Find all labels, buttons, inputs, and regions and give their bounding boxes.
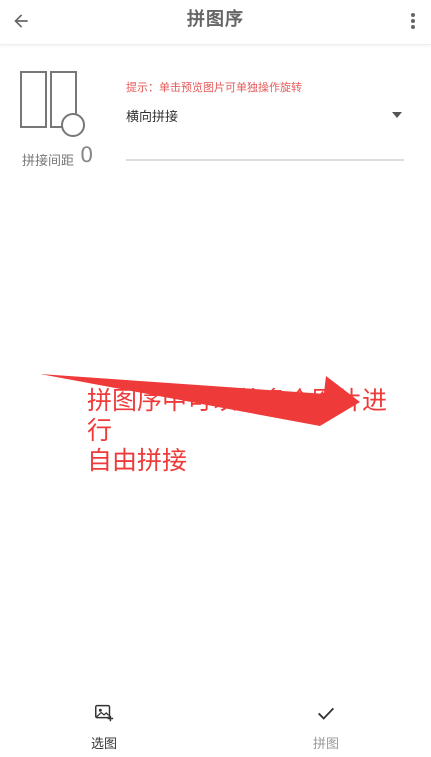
more-vert-icon <box>411 13 415 29</box>
stitch-label: 拼图 <box>312 737 339 752</box>
select-images-label: 选图 <box>90 737 117 752</box>
annotation-line-2: 自由拼接 <box>87 446 188 475</box>
annotation-line-1: 拼图序中可以将多个图片进行 <box>87 386 388 445</box>
add-image-icon <box>95 704 114 722</box>
stitch-mode-dropdown[interactable]: 横向拼接 <box>126 104 404 128</box>
spacing-label: 拼接间距 <box>22 154 75 169</box>
select-images-button[interactable]: 选图 <box>64 702 144 752</box>
stitch-mode-value: 横向拼接 <box>126 110 179 125</box>
spacing-value: 0 <box>80 143 94 167</box>
spacing-slider[interactable] <box>126 158 404 161</box>
hint-text: 提示：单击预览图片可单独操作旋转 <box>126 81 302 94</box>
annotation-text: 拼图序中可以将多个图片进行 自由拼接 <box>87 386 407 476</box>
page-title: 拼图序 <box>187 9 244 30</box>
slider-track <box>126 159 404 161</box>
dropdown-arrow-icon <box>392 112 402 118</box>
app-bar: 拼图序 <box>0 0 431 45</box>
stitch-layout-preview-icon <box>20 71 85 137</box>
check-icon <box>318 707 334 720</box>
stitch-button[interactable]: 拼图 <box>286 702 366 752</box>
stitch-preview[interactable] <box>17 70 87 140</box>
more-options-button[interactable] <box>401 6 425 36</box>
bottom-bar: 选图 拼图 <box>0 690 431 757</box>
